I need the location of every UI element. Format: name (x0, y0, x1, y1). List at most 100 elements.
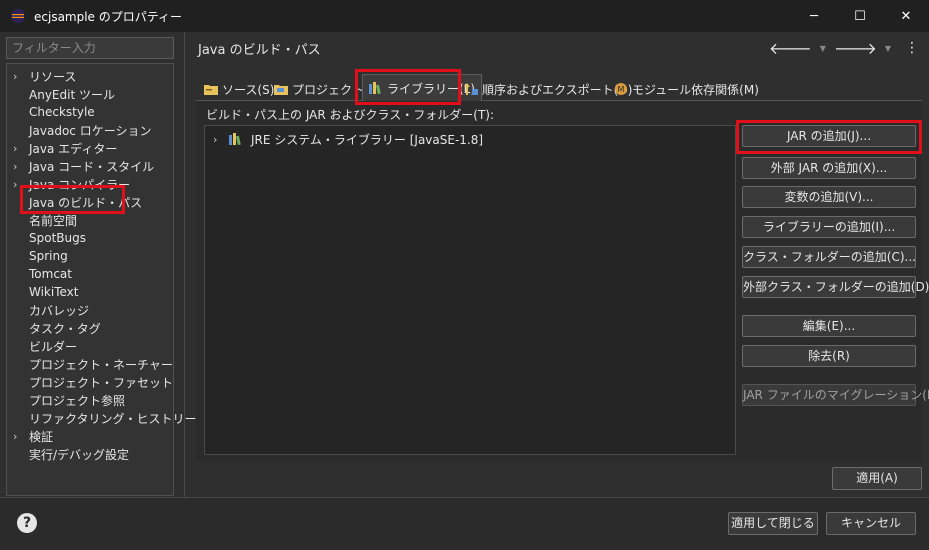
tree-item-label: カバレッジ (29, 303, 90, 318)
tab-label: ソース(S) (222, 82, 275, 97)
build-path-tree[interactable]: › JRE システム・ライブラリー [JavaSE-1.8] (204, 125, 736, 455)
tree-item-resource[interactable]: › リソース (7, 67, 173, 85)
tree-item-label: Tomcat (29, 267, 72, 281)
tree-item-label: リファクタリング・ヒストリー (29, 411, 197, 426)
add-variable-button[interactable]: 変数の追加(V)... (742, 186, 916, 208)
chevron-right-icon[interactable]: › (13, 178, 27, 191)
tab-module-dependencies[interactable]: M モジュール依存関係(M) (614, 77, 759, 101)
pane-splitter[interactable] (184, 32, 185, 497)
help-icon[interactable]: ? (17, 513, 37, 533)
tree-item-label: WikiText (29, 285, 79, 299)
maximize-button[interactable]: ☐ (837, 0, 883, 32)
library-icon (229, 133, 241, 145)
add-library-button[interactable]: ライブラリーの追加(I)... (742, 216, 916, 238)
tree-item-javadoc[interactable]: Javadoc ロケーション (7, 121, 173, 139)
apply-and-close-button[interactable]: 適用して閉じる (728, 512, 818, 535)
chevron-right-icon[interactable]: › (13, 70, 27, 83)
tree-item-jre-library[interactable]: › JRE システム・ライブラリー [JavaSE-1.8] (209, 130, 483, 148)
tree-item-label: 名前空間 (29, 213, 78, 228)
tree-item-validation[interactable]: › 検証 (7, 427, 173, 445)
tree-item-run-debug-settings[interactable]: 実行/デバッグ設定 (7, 445, 173, 463)
tree-item-refactoring-history[interactable]: リファクタリング・ヒストリー (7, 409, 197, 427)
tree-item-label: プロジェクト・ファセット (29, 375, 174, 390)
tab-source[interactable]: ソース(S) (204, 77, 274, 101)
tab-order-export[interactable]: 順序およびエクスポート(O) (464, 77, 632, 101)
tree-item-java-build-path[interactable]: Java のビルド・パス (7, 193, 173, 211)
back-arrow-icon[interactable]: 🡐 (769, 38, 812, 58)
migrate-jar-button[interactable]: JAR ファイルのマイグレーション(M)... (742, 384, 929, 406)
back-dropdown-icon[interactable]: ▼ (820, 44, 826, 53)
svg-text:M: M (618, 85, 625, 94)
tree-item-wikitext[interactable]: WikiText (7, 283, 173, 301)
tree-item-java-editor[interactable]: › Java エディター (7, 139, 173, 157)
tree-item-spring[interactable]: Spring (7, 247, 173, 265)
tree-item-task-tags[interactable]: タスク・タグ (7, 319, 173, 337)
remove-button[interactable]: 除去(R) (742, 345, 916, 367)
close-button[interactable]: ✕ (883, 0, 929, 32)
tree-item-label: タスク・タグ (29, 321, 101, 336)
category-tree: › リソース AnyEdit ツール Checkstyle Javadoc ロケー… (6, 63, 197, 496)
tab-projects[interactable]: プロジェクト(P (274, 77, 376, 101)
tree-item-spotbugs[interactable]: SpotBugs (7, 229, 173, 247)
tree-item-project-facets[interactable]: プロジェクト・ファセット (7, 373, 173, 391)
jar-list-label: ビルド・パス上の JAR およびクラス・フォルダー(T): (206, 108, 495, 122)
tree-item-tomcat[interactable]: Tomcat (7, 265, 173, 283)
preferences-sidebar: ›リソース AnyEdit ツール Checkstyle Javadoc ロケー… (0, 32, 197, 497)
dialog-footer: ? 適用して閉じる キャンセル (0, 498, 929, 550)
tree-item-label: プロジェクト参照 (29, 393, 126, 408)
tree-item-label: Javadoc ロケーション (29, 123, 152, 138)
folder-project-icon (274, 85, 288, 95)
tree-item-java-code-style[interactable]: › Java コード・スタイル (7, 157, 173, 175)
tab-bar: ソース(S) プロジェクト(P ライブラリー(L) 順序およびエクスポート(O)… (196, 74, 922, 101)
view-menu-icon[interactable]: ⋮ (905, 40, 919, 56)
add-external-class-folder-button[interactable]: 外部クラス・フォルダーの追加(D)... (742, 276, 929, 298)
eclipse-logo-icon (11, 9, 25, 23)
add-class-folder-button[interactable]: クラス・フォルダーの追加(C)... (742, 246, 916, 268)
tab-label: ライブラリー(L) (387, 81, 476, 96)
tree-item-label: Java エディター (29, 141, 118, 156)
library-icon (369, 82, 381, 94)
page-header: Java のビルド・パス 🡐 ▼ 🡒 ▼ ⋮ (186, 32, 929, 64)
chevron-right-icon[interactable]: › (13, 142, 27, 155)
tab-label: モジュール依存関係(M) (632, 82, 759, 97)
tree-item-project-natures[interactable]: プロジェクト・ネーチャー (7, 355, 173, 373)
tree-item-label: Checkstyle (29, 105, 95, 119)
chevron-right-icon[interactable]: › (213, 133, 227, 146)
tree-item-label: AnyEdit ツール (29, 87, 115, 102)
tree-item-label: 検証 (29, 429, 54, 444)
tree-item-builders[interactable]: ビルダー (7, 337, 173, 355)
add-external-jar-button[interactable]: 外部 JAR の追加(X)... (742, 157, 916, 179)
libraries-panel: ビルド・パス上の JAR およびクラス・フォルダー(T): › JRE システム… (196, 101, 929, 461)
chevron-right-icon[interactable]: › (13, 160, 27, 173)
title-bar: ecjsample のプロパティー ─ ☐ ✕ (0, 0, 929, 32)
tree-item-label: リソース (29, 69, 77, 84)
window-title: ecjsample のプロパティー (34, 9, 183, 24)
order-export-icon (464, 83, 478, 95)
tree-item-label: Java コード・スタイル (29, 159, 155, 174)
tree-item-coverage[interactable]: カバレッジ (7, 301, 173, 319)
module-icon: M (615, 83, 627, 95)
tree-item-anyedit[interactable]: AnyEdit ツール (7, 85, 173, 103)
forward-dropdown-icon[interactable]: ▼ (885, 44, 891, 53)
page-title: Java のビルド・パス (198, 42, 321, 58)
folder-source-icon (204, 85, 218, 95)
tree-item-label: ビルダー (29, 339, 78, 354)
tree-item-label: プロジェクト・ネーチャー (29, 357, 173, 372)
add-jar-button[interactable]: JAR の追加(J)... (742, 125, 916, 147)
tree-item-label: Java コンパイラー (29, 177, 131, 192)
cancel-button[interactable]: キャンセル (826, 512, 916, 535)
tree-item-project-references[interactable]: プロジェクト参照 (7, 391, 173, 409)
forward-arrow-icon[interactable]: 🡒 (834, 38, 877, 58)
tree-item-label: Spring (29, 249, 68, 263)
chevron-right-icon[interactable]: › (13, 430, 27, 443)
minimize-button[interactable]: ─ (791, 0, 837, 32)
tree-item-java-compiler[interactable]: › Java コンパイラー (7, 175, 173, 193)
apply-button[interactable]: 適用(A) (832, 467, 922, 490)
filter-input[interactable] (6, 37, 174, 59)
tree-item-label: Java のビルド・パス (29, 195, 143, 210)
tree-item-namespace[interactable]: 名前空間 (7, 211, 173, 229)
tree-item-checkstyle[interactable]: Checkstyle (7, 103, 173, 121)
edit-button[interactable]: 編集(E)... (742, 315, 916, 337)
tree-item-label: 実行/デバッグ設定 (29, 447, 130, 462)
tab-label: 順序およびエクスポート(O) (482, 82, 633, 97)
